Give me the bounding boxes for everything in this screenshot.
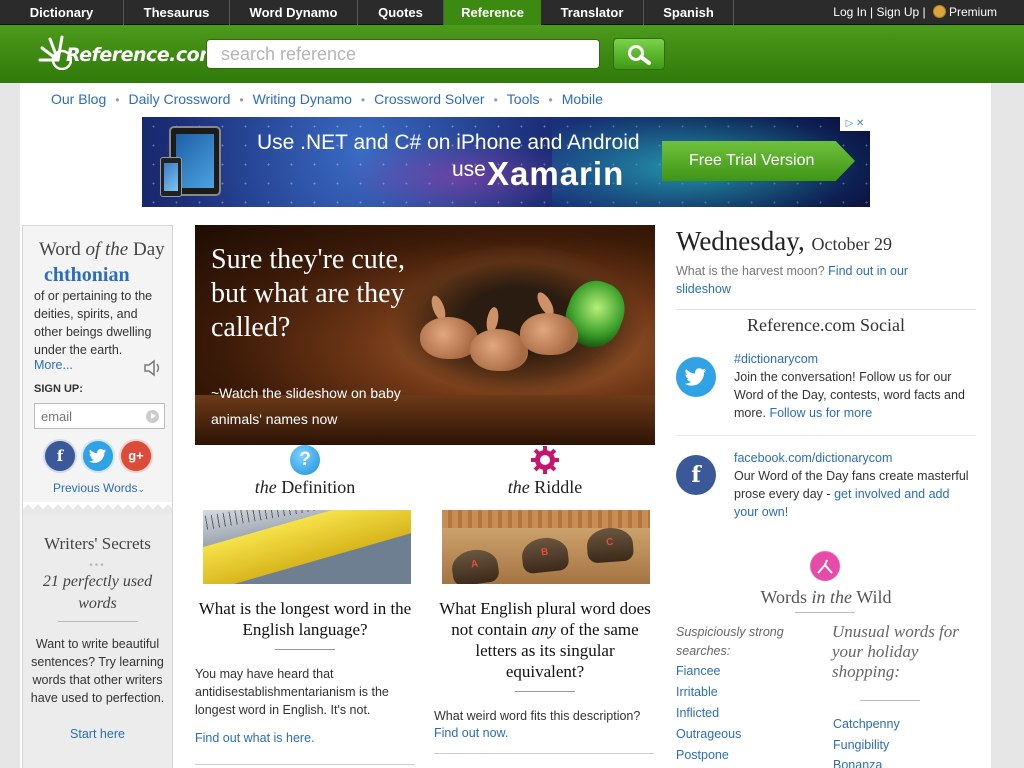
typewriter-keys-image[interactable]: A B C [442, 510, 650, 584]
twitter-block: #dictionarycom Join the conversation! Fo… [734, 350, 974, 422]
suspicious-searches-label: Suspiciously strong searches: [676, 625, 784, 658]
ruler-image[interactable] [203, 510, 411, 584]
riddle-question[interactable]: What English plural word does not contai… [435, 598, 655, 682]
ad-cta-button[interactable]: Free Trial Version [662, 141, 855, 181]
search-button[interactable] [613, 38, 665, 70]
key-a: A [449, 546, 501, 584]
day-heading: Wednesday, October 29 [676, 226, 893, 256]
search-input[interactable] [206, 39, 600, 69]
question-mark-icon: ? [290, 445, 320, 475]
wotd-heading: Word of the Day [39, 239, 165, 260]
writers-secrets-subtitle: 21 perfectly used words [42, 573, 153, 612]
zigzag-divider [23, 502, 172, 514]
sub-navigation: Our Blog • Daily Crossword • Writing Dynamo •… [51, 91, 603, 107]
word-link-bonanza[interactable]: Bonanza [833, 758, 882, 768]
riddle-gear-icon [531, 446, 559, 474]
twitter-icon[interactable] [83, 441, 113, 471]
signup-link[interactable]: Sign Up [876, 5, 919, 19]
ad-headline: Use .NET and C# on iPhone and Android [257, 131, 640, 154]
link-writing-dynamo[interactable]: Writing Dynamo [253, 91, 352, 107]
writers-secrets-title: Writers' Secrets [44, 534, 151, 553]
link-crossword-solver[interactable]: Crossword Solver [374, 91, 484, 107]
word-link-fiancee[interactable]: Fiancee [676, 664, 720, 678]
facebook-icon[interactable]: f [45, 441, 75, 471]
ad-use-text: use [452, 158, 486, 181]
tab-translator[interactable]: Translator [541, 0, 644, 25]
adchoices-icon[interactable]: ▷ ✕ [840, 117, 870, 131]
writers-secrets-box: Writers' Secrets ••• 21 perfectly used w… [23, 514, 172, 768]
definition-question[interactable]: What is the longest word in the English … [195, 598, 415, 640]
left-sidebar: Word of the Day chthonian of or pertaini… [22, 225, 173, 768]
twitter-icon[interactable] [676, 357, 716, 397]
dots-divider: ••• [89, 560, 106, 571]
word-link-catchpenny[interactable]: Catchpenny [833, 717, 900, 731]
page-content: Our Blog • Daily Crossword • Writing Dynamo •… [20, 83, 991, 768]
tab-spanish[interactable]: Spanish [644, 0, 734, 25]
word-link-postpone[interactable]: Postpone [676, 748, 729, 762]
key-b: B [520, 535, 570, 575]
previous-words-link[interactable]: Previous Words⌄ [53, 481, 145, 495]
word-link-irritable[interactable]: Irritable [676, 685, 718, 699]
today-teaser: What is the harvest moon? Find out in ou… [676, 264, 909, 296]
tab-reference[interactable]: Reference [444, 0, 541, 25]
words-in-the-wild-title: Words in the Wild [760, 587, 892, 607]
definition-text: You may have heard that antidisestablish… [195, 667, 389, 717]
word-link-fungibility[interactable]: Fungibility [833, 738, 889, 752]
google-plus-icon[interactable]: g+ [121, 441, 151, 471]
facebook-handle-link[interactable]: facebook.com/dictionarycom [734, 449, 974, 467]
definition-link[interactable]: Find out what is here. [195, 731, 315, 745]
tab-quotes[interactable]: Quotes [358, 0, 444, 25]
hero-title: Sure they're cute, but what are they cal… [211, 244, 405, 343]
key-c: C [585, 526, 635, 564]
link-daily-crossword[interactable]: Daily Crossword [128, 91, 230, 107]
logo-text: Reference.com [66, 44, 219, 66]
tab-dictionary[interactable]: Dictionary [0, 0, 124, 25]
banner-ad[interactable]: Use .NET and C# on iPhone and Android us… [142, 117, 870, 207]
hero-slideshow[interactable]: Sure they're cute, but what are they cal… [195, 225, 655, 445]
link-mobile[interactable]: Mobile [562, 91, 603, 107]
speaker-icon[interactable] [143, 359, 163, 377]
riddle-text: What weird word fits this description? [434, 709, 641, 723]
day-date: October 29 [811, 234, 893, 254]
link-our-blog[interactable]: Our Blog [51, 91, 106, 107]
word-link-inflicted[interactable]: Inflicted [676, 706, 719, 720]
ad-brand: Xamarin [487, 155, 625, 192]
wotd-word[interactable]: chthonian [44, 264, 130, 287]
facebook-block: facebook.com/dictionarycom Our Word of t… [734, 449, 974, 521]
word-link-outrageous[interactable]: Outrageous [676, 727, 741, 741]
phone-icon [160, 157, 182, 197]
words-in-the-wild-icon [810, 551, 840, 581]
twitter-handle-link[interactable]: #dictionarycom [734, 350, 974, 368]
tab-word-dynamo[interactable]: Word Dynamo [230, 0, 358, 25]
riddle-title[interactable]: the Riddle [435, 477, 655, 498]
signup-label: SIGN UP: [34, 383, 83, 395]
tab-thesaurus[interactable]: Thesaurus [124, 0, 230, 25]
riddle-link[interactable]: Find out now. [434, 726, 508, 740]
premium-icon [932, 5, 946, 18]
login-link[interactable]: Log In [833, 5, 866, 19]
unusual-words-label: Unusual words for your holiday shopping: [832, 622, 959, 681]
search-icon [628, 45, 651, 65]
top-nav: Dictionary Thesaurus Word Dynamo Quotes … [0, 0, 1024, 25]
rabbit-image [520, 313, 578, 355]
site-logo[interactable]: Reference.com [36, 34, 219, 74]
social-title: Reference.com Social [747, 315, 905, 335]
chevron-down-icon: ⌄ [137, 484, 146, 494]
link-tools[interactable]: Tools [507, 91, 540, 107]
premium-link[interactable]: Premium [949, 5, 997, 19]
writers-secrets-text: Want to write beautiful sentences? Try l… [30, 637, 165, 705]
site-header: Reference.com [0, 25, 1024, 83]
account-links: Log In | Sign Up | Premium [833, 5, 997, 19]
facebook-icon[interactable]: f [676, 455, 716, 495]
follow-us-link[interactable]: Follow us for more [769, 406, 872, 420]
wotd-definition: of or pertaining to the deities, spirits… [34, 289, 153, 357]
wotd-more-link[interactable]: More... [34, 358, 73, 372]
writers-secrets-link[interactable]: Start here [23, 727, 172, 741]
email-submit-button[interactable] [146, 410, 159, 423]
definition-title[interactable]: the Definition [195, 477, 415, 498]
hero-caption[interactable]: ~Watch the slideshow on baby animals' na… [211, 380, 411, 432]
